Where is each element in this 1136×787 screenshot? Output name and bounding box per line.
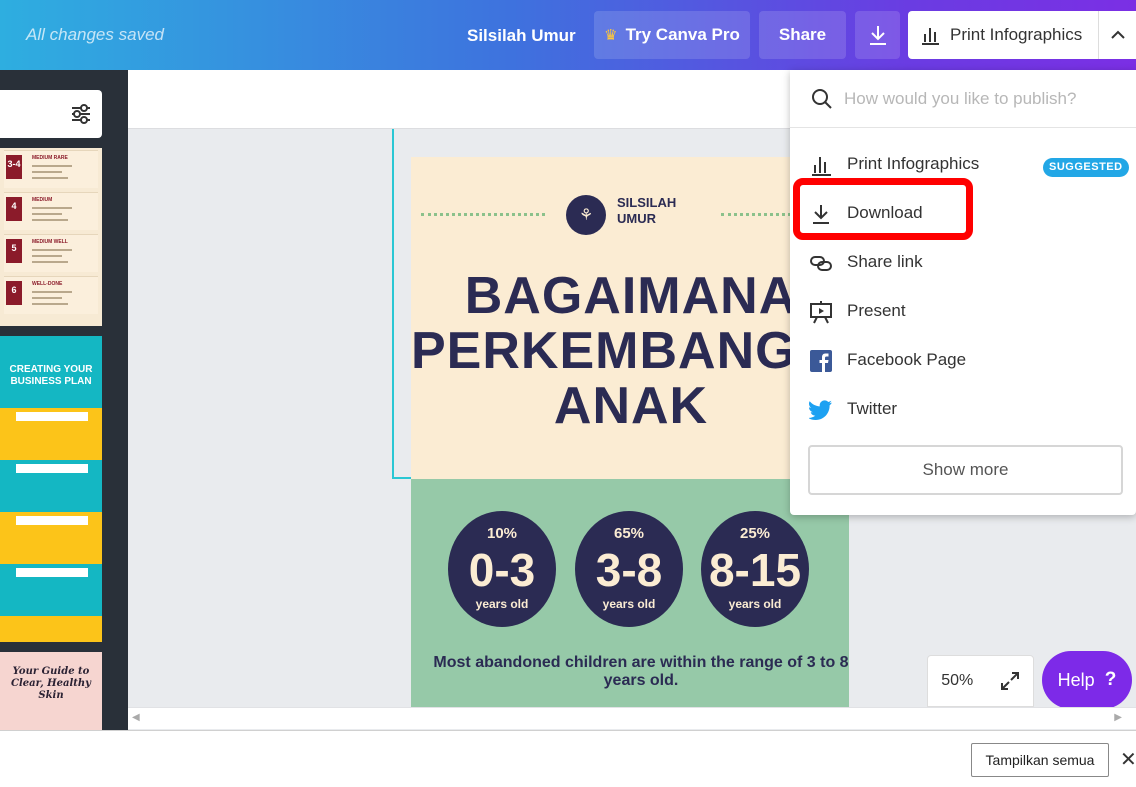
help-button[interactable]: Help ? (1042, 651, 1132, 709)
stat-range: 8-15 (708, 544, 802, 596)
template-thumbnail-business-plan[interactable]: CREATING YOUR BUSINESS PLAN (0, 336, 102, 642)
thumbnail-row: 5 MEDIUM WELL (4, 234, 98, 272)
facebook-icon (808, 348, 834, 374)
publish-option-label: Twitter (847, 399, 898, 418)
save-status: All changes saved (26, 25, 164, 44)
sliders-icon (72, 104, 90, 124)
stat-circle[interactable]: 65% 3-8 years old (575, 511, 683, 627)
publish-option-facebook-page[interactable]: Facebook Page (790, 338, 1136, 382)
publish-option-label: Facebook Page (847, 350, 967, 369)
page-headline[interactable]: BAGAIMANA PERKEMBANGAN ANAK (411, 269, 873, 434)
thumbnail-row-heading: MEDIUM (32, 197, 53, 203)
thumbnail-row-heading: MEDIUM RARE (32, 155, 68, 161)
close-icon[interactable]: ✕ (1120, 747, 1136, 772)
filter-button[interactable] (0, 90, 102, 138)
logo-text[interactable]: SILSILAH UMUR (617, 195, 676, 227)
horizontal-scrollbar[interactable]: ◀ ▶ (128, 707, 1136, 729)
template-thumbnail-steak[interactable]: 3-4 MEDIUM RARE 4 MEDIUM 5 MEDIUM WELL 6… (0, 148, 102, 326)
page-header-section[interactable]: ⚘ SILSILAH UMUR BAGAIMANA PERKEMBANGAN A… (411, 157, 873, 479)
publish-option-label: Share link (847, 252, 923, 271)
thumbnail-row: 6 WELL-DONE (4, 276, 98, 314)
thumbnail-title: Your Guide to Clear, Healthy Skin (11, 666, 91, 701)
document-title[interactable]: Silsilah Umur (467, 26, 576, 46)
publish-search-input[interactable] (844, 86, 1114, 112)
publish-option-twitter[interactable]: Twitter (790, 387, 1136, 431)
thumbnail-row-number: 4 (6, 197, 22, 221)
try-canva-pro-button[interactable]: ♛ Try Canva Pro (594, 11, 750, 59)
publish-option-present[interactable]: Present (790, 289, 1136, 333)
print-infographics-label: Print Infographics (950, 25, 1083, 44)
bar-chart-icon (922, 28, 939, 45)
print-infographics-button[interactable]: Print Infographics (908, 11, 1098, 59)
top-bar: All changes saved Silsilah Umur ♛ Try Ca… (0, 0, 1136, 70)
thumbnail-row-heading: MEDIUM WELL (32, 239, 68, 245)
stat-unit: years old (602, 597, 656, 611)
dotted-divider (421, 213, 545, 216)
thumbnail-row-number: 5 (6, 239, 22, 263)
link-icon (808, 250, 834, 276)
thumbnail-row: 3-4 MEDIUM RARE (4, 150, 98, 188)
tulip-logo-icon: ⚘ (566, 195, 606, 235)
downloads-bar: Tampilkan semua ✕ (0, 730, 1136, 787)
chevron-up-icon (1110, 30, 1125, 39)
template-thumbnail-skin-guide[interactable]: Your Guide to Clear, Healthy Skin (0, 652, 102, 730)
stat-circle[interactable]: 10% 0-3 years old (448, 511, 556, 627)
template-sidebar: 3-4 MEDIUM RARE 4 MEDIUM 5 MEDIUM WELL 6… (0, 70, 128, 730)
stat-unit: years old (475, 597, 529, 611)
publish-menu-toggle[interactable] (1098, 11, 1136, 59)
download-icon (869, 26, 886, 45)
scroll-left-arrow-icon[interactable]: ◀ (132, 712, 140, 723)
fullscreen-icon[interactable] (1000, 671, 1020, 691)
show-more-button[interactable]: Show more (808, 445, 1123, 495)
help-label: Help (1057, 669, 1095, 690)
page-caption[interactable]: Most abandoned children are within the r… (431, 654, 851, 690)
download-button[interactable] (855, 11, 900, 59)
thumbnail-row-heading: WELL-DONE (32, 281, 63, 287)
zoom-level[interactable]: 50% (941, 672, 973, 690)
stat-percent: 10% (486, 525, 518, 542)
stat-circle[interactable]: 25% 8-15 years old (701, 511, 809, 627)
stat-percent: 65% (613, 525, 645, 542)
presentation-icon (808, 299, 834, 325)
thumbnail-row: 4 MEDIUM (4, 192, 98, 230)
show-all-downloads-button[interactable]: Tampilkan semua (971, 743, 1109, 777)
thumbnail-title: CREATING YOUR BUSINESS PLAN (9, 364, 93, 387)
question-mark-icon: ? (1104, 669, 1117, 690)
crown-icon: ♛ (604, 27, 618, 44)
suggested-badge: SUGGESTED (1043, 158, 1129, 177)
thumbnail-row-number: 3-4 (6, 155, 22, 179)
download-highlight-annotation (793, 178, 973, 240)
scroll-right-arrow-icon[interactable]: ▶ (1114, 712, 1122, 723)
thumbnail-row-number: 6 (6, 281, 22, 305)
stat-range: 3-8 (595, 544, 663, 596)
publish-dropdown: Print Infographics SUGGESTED Download Sh… (790, 70, 1136, 515)
stat-unit: years old (728, 597, 782, 611)
publish-option-label: Print Infographics (847, 154, 980, 173)
twitter-icon (808, 397, 834, 423)
publish-search (790, 70, 1136, 128)
search-icon (812, 89, 832, 109)
stat-range: 0-3 (468, 544, 536, 596)
design-page[interactable]: ⚘ SILSILAH UMUR BAGAIMANA PERKEMBANGAN A… (411, 157, 873, 707)
stat-percent: 25% (739, 525, 771, 542)
bar-chart-icon (808, 152, 834, 178)
publish-option-share-link[interactable]: Share link (790, 240, 1136, 284)
try-canva-pro-label: Try Canva Pro (625, 25, 740, 44)
publish-option-label: Present (847, 301, 906, 320)
share-button[interactable]: Share (759, 11, 846, 59)
zoom-control[interactable]: 50% (927, 655, 1034, 707)
